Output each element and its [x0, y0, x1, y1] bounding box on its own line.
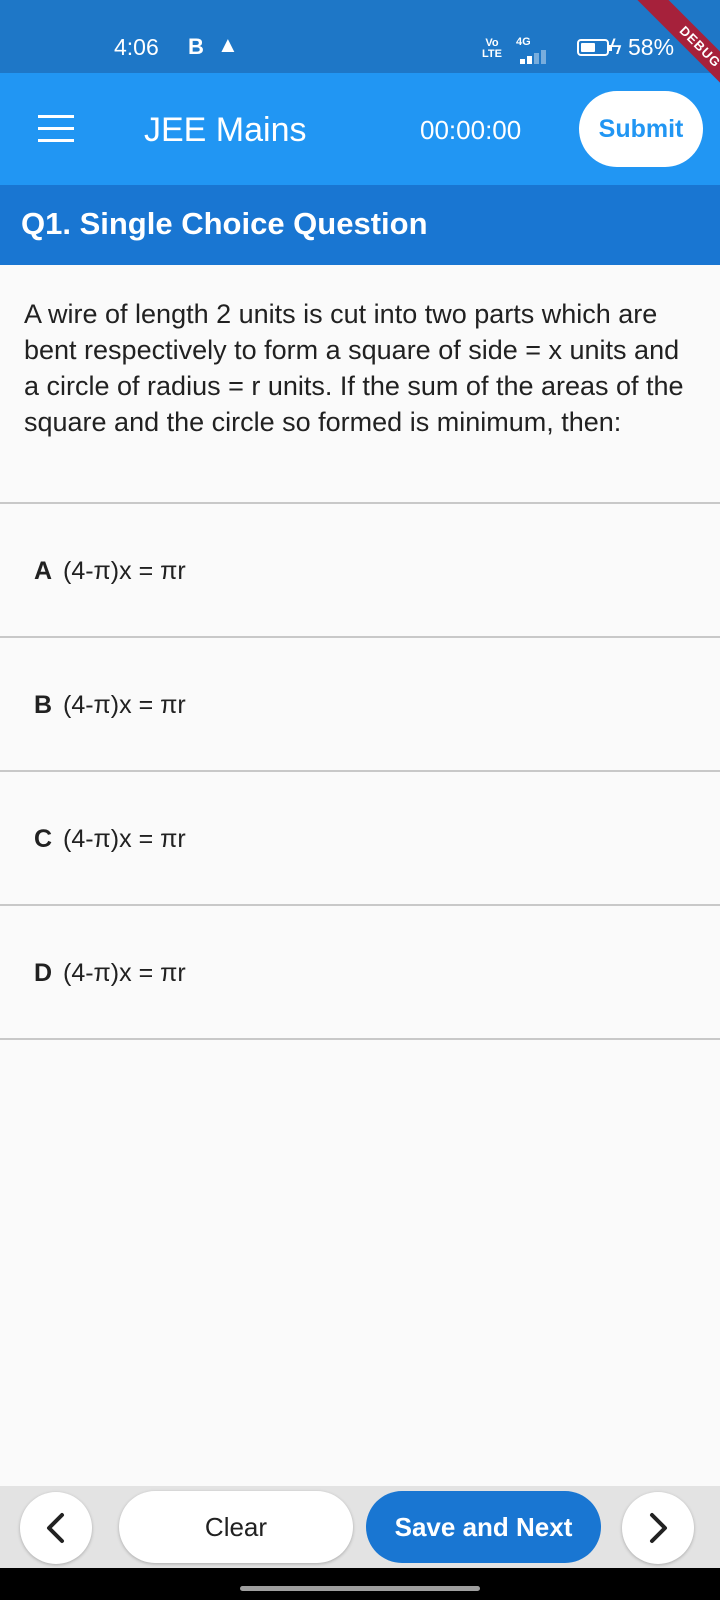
next-button[interactable] [622, 1492, 694, 1564]
option-text: (4-π)x = πr [63, 691, 186, 719]
option-c[interactable]: C (4-π)x = πr [0, 772, 720, 906]
volte-icon: Vo LTE [482, 37, 502, 60]
option-d[interactable]: D (4-π)x = πr [0, 906, 720, 1040]
option-letter: B [34, 691, 53, 719]
battery-fill [581, 43, 595, 52]
option-letter: A [34, 557, 53, 585]
chevron-right-icon [650, 1513, 667, 1543]
app-title: JEE Mains [144, 111, 307, 149]
option-a[interactable]: A (4-π)x = πr [0, 504, 720, 638]
option-letter: C [34, 825, 53, 853]
bottom-action-bar: Clear Save and Next [0, 1486, 720, 1568]
save-and-next-button[interactable]: Save and Next [366, 1491, 601, 1563]
option-text: (4-π)x = πr [63, 825, 186, 853]
warning-icon: ▲ [217, 32, 239, 57]
signal-icon [520, 50, 550, 64]
status-time: 4:06 [114, 34, 159, 60]
timer: 00:00:00 [420, 115, 522, 145]
previous-button[interactable] [20, 1492, 92, 1564]
submit-button[interactable]: Submit [579, 91, 703, 167]
chevron-left-icon [47, 1513, 64, 1543]
divider [0, 1038, 720, 1040]
option-text: (4-π)x = πr [63, 959, 186, 987]
hamburger-menu-icon[interactable] [38, 115, 74, 143]
option-b[interactable]: B (4-π)x = πr [0, 638, 720, 772]
question-text: A wire of length 2 units is cut into two… [24, 299, 684, 437]
system-nav-bar [0, 1568, 720, 1600]
status-bar: 4:06 B ▲ Vo LTE 4G ϟ 58% [0, 0, 720, 73]
bolt-icon: ϟ [610, 34, 622, 59]
battery-percent: 58% [628, 34, 675, 60]
question-title: Q1. Single Choice Question [21, 206, 428, 241]
notification-b-icon: B [188, 34, 204, 59]
app-bar: JEE Mains 00:00:00 Submit [0, 73, 720, 185]
battery-icon [577, 39, 612, 56]
question-header: Q1. Single Choice Question [0, 185, 720, 265]
network-type: 4G [516, 36, 531, 48]
home-indicator[interactable] [240, 1586, 480, 1591]
clear-button[interactable]: Clear [119, 1491, 353, 1563]
option-letter: D [34, 959, 53, 987]
option-text: (4-π)x = πr [63, 557, 186, 585]
